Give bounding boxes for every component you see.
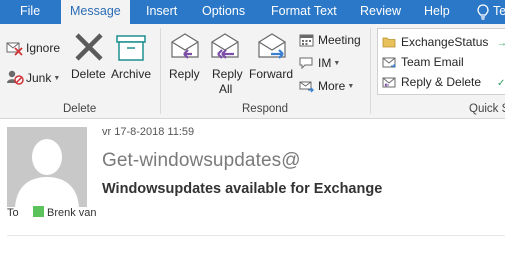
reply-delete-icon — [382, 77, 396, 88]
meeting-icon — [299, 34, 314, 47]
forward-icon — [258, 33, 286, 59]
quick-step-label: Team Email — [401, 55, 464, 69]
avatar — [7, 127, 87, 207]
tab-insert[interactable]: Insert — [146, 0, 177, 24]
im-label: IM ▼ — [318, 56, 341, 70]
ignore-icon — [6, 42, 23, 56]
chevron-down-icon: ▼ — [333, 60, 341, 67]
group-separator — [160, 28, 161, 114]
recipient-name[interactable]: Brenk van — [47, 207, 97, 219]
reply-all-icon — [211, 33, 239, 59]
ignore-label: Ignore — [26, 41, 61, 55]
tab-file[interactable]: File — [20, 0, 40, 24]
tab-message[interactable]: Message — [61, 0, 130, 25]
tab-options[interactable]: Options — [202, 0, 245, 24]
forward-label: Forward — [249, 67, 294, 81]
message-subject: Windowsupdates available for Exchange — [102, 181, 383, 197]
more-respond-icon — [299, 81, 314, 93]
delete-icon — [75, 33, 103, 61]
presence-indicator — [33, 206, 44, 217]
folder-icon — [382, 37, 396, 48]
tab-review[interactable]: Review — [360, 0, 401, 24]
tab-tell-me[interactable]: Te — [493, 0, 505, 24]
person-icon — [7, 127, 87, 207]
sender-address[interactable]: Get-windowsupdates@ — [102, 150, 301, 172]
lightbulb-icon[interactable] — [476, 4, 490, 20]
tab-format-text[interactable]: Format Text — [271, 0, 337, 24]
group-separator — [370, 28, 371, 114]
quick-steps-check-icon: ✓ — [497, 78, 505, 89]
reply-all-label-line1: Reply — [212, 67, 243, 81]
chat-bubble-icon — [299, 57, 313, 70]
archive-icon — [116, 35, 146, 61]
respond-group-label: Respond — [242, 103, 289, 115]
quick-step-label: ExchangeStatus — [401, 35, 489, 49]
quick-steps-group-label: Quick S — [469, 103, 505, 115]
delete-group-label: Delete — [63, 103, 97, 115]
header-divider — [7, 235, 505, 236]
reply-icon — [171, 33, 199, 59]
meeting-label: Meeting — [318, 33, 361, 47]
quick-steps-arrow-icon: → — [497, 38, 505, 49]
chevron-down-icon: ▼ — [347, 83, 355, 90]
quick-step-label: Reply & Delete — [401, 75, 482, 89]
mail-icon — [382, 57, 396, 68]
tab-help[interactable]: Help — [424, 0, 450, 24]
delete-label: Delete — [71, 67, 106, 81]
junk-label: Junk ▼ — [26, 71, 61, 85]
message-date: vr 17-8-2018 11:59 — [102, 126, 195, 138]
junk-icon — [7, 70, 24, 85]
ribbon-tab-bar: File Message Insert Options Format Text … — [0, 0, 505, 25]
reply-label: Reply — [169, 67, 200, 81]
chevron-down-icon: ▼ — [53, 75, 61, 82]
ribbon: Ignore Junk ▼ Delete Archive Delete Repl… — [0, 24, 505, 119]
message-header: vr 17-8-2018 11:59 Get-windowsupdates@ W… — [0, 119, 505, 265]
archive-label: Archive — [111, 67, 152, 81]
more-label: More ▼ — [318, 79, 355, 93]
reply-all-label-line2: All — [219, 82, 233, 96]
to-label: To — [7, 207, 19, 219]
